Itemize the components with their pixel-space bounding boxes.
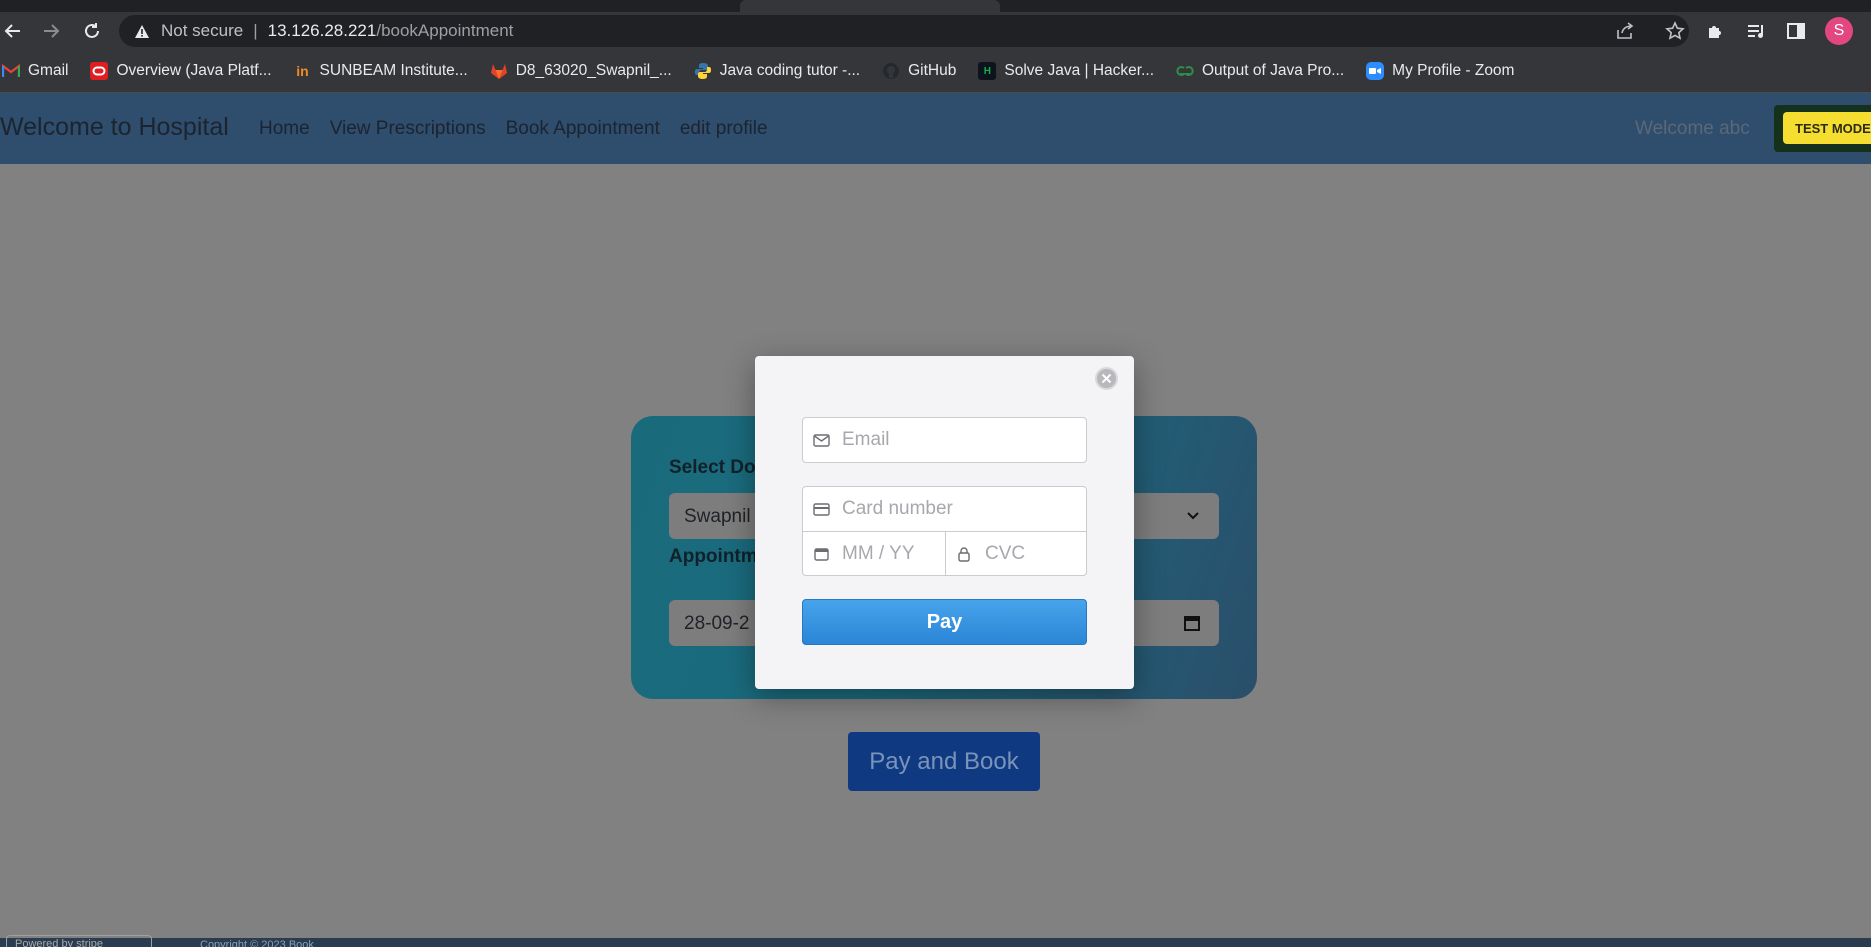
welcome-user-text: Welcome abc	[1635, 118, 1750, 139]
sunbeam-icon: in	[296, 63, 309, 79]
extensions-puzzle-icon[interactable]	[1703, 18, 1729, 44]
forward-arrow-icon	[44, 24, 60, 38]
url-path: /bookAppointment	[376, 21, 514, 40]
card-number-placeholder: Card number	[842, 498, 953, 519]
bookmark-gmail[interactable]: Gmail	[2, 62, 68, 80]
address-bar[interactable]: Not secure | 13.126.28.221 /bookAppointm…	[119, 15, 1689, 47]
bookmark-label: My Profile - Zoom	[1392, 62, 1515, 79]
bookmark-oracle[interactable]: Overview (Java Platf...	[90, 62, 272, 80]
bookmarks-bar: Gmail Overview (Java Platf... in SUNBEAM…	[0, 50, 1871, 93]
bookmark-geeksforgeeks[interactable]: Output of Java Pro...	[1176, 62, 1344, 80]
bookmark-label: Gmail	[28, 62, 69, 79]
bookmark-label: Output of Java Pro...	[1202, 62, 1345, 79]
bookmark-zoom[interactable]: My Profile - Zoom	[1366, 62, 1514, 80]
expiry-field[interactable]: MM / YY	[802, 531, 946, 576]
geeksforgeeks-icon	[1176, 62, 1194, 80]
chevron-down-icon	[1185, 507, 1201, 528]
doctor-select-label: Select Do	[669, 457, 756, 478]
nav-link-edit-profile[interactable]: edit profile	[680, 118, 768, 140]
back-arrow-icon	[4, 24, 20, 38]
email-placeholder: Email	[842, 429, 890, 450]
bookmark-label: GitHub	[908, 62, 957, 79]
site-brand[interactable]: Welcome to Hospital	[0, 113, 229, 142]
nav-link-book-appointment[interactable]: Book Appointment	[506, 118, 660, 140]
security-status[interactable]: Not secure	[161, 21, 243, 41]
warning-icon[interactable]	[133, 22, 151, 40]
doctor-select-value: Swapnil	[684, 506, 751, 527]
close-icon	[1101, 373, 1112, 384]
bookmark-hackerrank[interactable]: H Solve Java | Hacker...	[978, 62, 1154, 80]
bookmark-gitlab[interactable]: D8_63020_Swapnil_...	[490, 62, 672, 80]
credit-card-icon	[812, 500, 830, 518]
cvc-field[interactable]: CVC	[945, 531, 1087, 576]
bookmark-label: D8_63020_Swapnil_...	[515, 62, 672, 79]
bookmark-python-tutor[interactable]: Java coding tutor -...	[694, 62, 860, 80]
url-separator: |	[253, 21, 258, 40]
python-icon	[694, 62, 712, 80]
active-tab[interactable]	[740, 0, 1000, 12]
reload-button[interactable]	[79, 18, 105, 44]
oracle-icon	[90, 62, 109, 80]
browser-toolbar: Not secure | 13.126.28.221 /bookAppointm…	[0, 12, 1871, 50]
expiry-placeholder: MM / YY	[842, 542, 915, 564]
nav-links: Home View Prescriptions Book Appointment…	[259, 118, 788, 140]
lock-icon	[955, 545, 973, 563]
bookmark-label: SUNBEAM Institute...	[319, 62, 468, 79]
bookmark-label: Overview (Java Platf...	[116, 62, 272, 79]
footer-copyright: Copyright © 2023 Book	[200, 939, 314, 947]
back-button[interactable]	[0, 18, 26, 44]
profile-avatar[interactable]: S	[1825, 17, 1853, 45]
hackerrank-icon: H	[978, 62, 997, 80]
reading-list-icon[interactable]	[1743, 18, 1769, 44]
stripe-checkout-modal: Email Card number MM / YY CVC Pay	[755, 356, 1134, 689]
close-button[interactable]	[1095, 367, 1118, 390]
cvc-placeholder: CVC	[985, 542, 1026, 564]
card-number-field[interactable]: Card number	[802, 486, 1087, 532]
bookmark-star-icon[interactable]	[1665, 15, 1685, 47]
gitlab-icon	[490, 62, 508, 80]
url-host: 13.126.28.221	[267, 21, 377, 40]
side-panel-icon[interactable]	[1783, 18, 1809, 44]
appointment-date-value: 28-09-2	[684, 613, 750, 634]
gmail-icon	[2, 62, 20, 80]
test-mode-banner: TEST MODE	[1774, 105, 1871, 152]
envelope-icon	[812, 431, 830, 449]
tab-strip	[0, 0, 1871, 12]
bookmark-label: Solve Java | Hacker...	[1004, 62, 1154, 79]
powered-by-stripe-badge[interactable]: Powered by stripe	[6, 935, 152, 947]
pay-and-book-button[interactable]: Pay and Book	[848, 732, 1040, 791]
email-field[interactable]: Email	[802, 417, 1087, 463]
calendar-icon[interactable]	[1183, 614, 1201, 637]
site-navbar: Welcome to Hospital Home View Prescripti…	[0, 93, 1871, 164]
nav-link-view-prescriptions[interactable]: View Prescriptions	[330, 118, 486, 140]
zoom-icon	[1366, 62, 1385, 80]
bookmark-label: Java coding tutor -...	[719, 62, 861, 79]
github-icon	[882, 62, 900, 80]
share-icon[interactable]	[1615, 15, 1635, 47]
bookmark-sunbeam[interactable]: in SUNBEAM Institute...	[294, 62, 468, 80]
pay-button[interactable]: Pay	[802, 599, 1087, 645]
appointment-date-label: Appointm	[669, 546, 758, 567]
forward-button[interactable]	[38, 18, 64, 44]
test-mode-badge: TEST MODE	[1783, 112, 1871, 144]
stripe-badge-text: Powered by stripe	[15, 938, 104, 947]
calendar-icon	[812, 545, 830, 563]
nav-link-home[interactable]: Home	[259, 118, 310, 140]
reload-icon	[85, 23, 99, 38]
bookmark-github[interactable]: GitHub	[882, 62, 956, 80]
